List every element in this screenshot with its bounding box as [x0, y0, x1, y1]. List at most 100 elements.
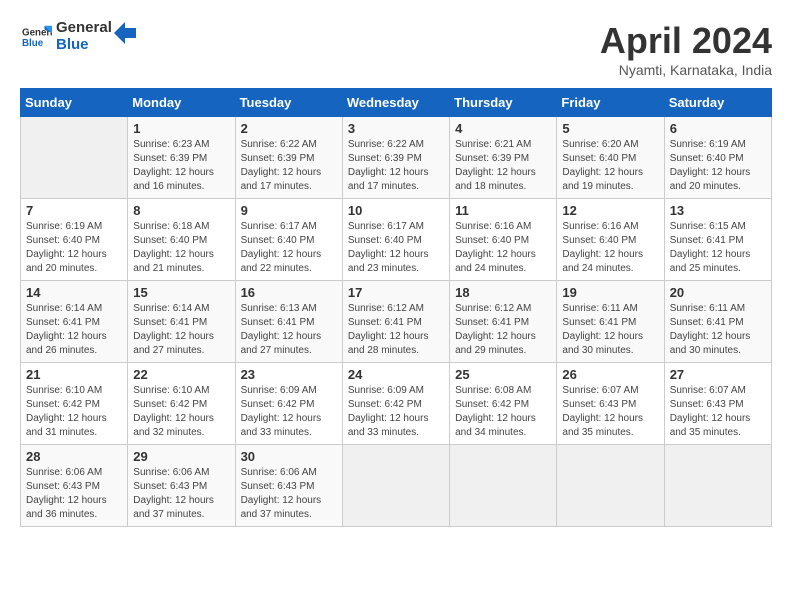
day-number: 19 — [562, 285, 658, 300]
day-number: 25 — [455, 367, 551, 382]
calendar-cell: 3 Sunrise: 6:22 AM Sunset: 6:39 PM Daylig… — [342, 117, 449, 199]
calendar-week-row: 14 Sunrise: 6:14 AM Sunset: 6:41 PM Dayli… — [21, 281, 772, 363]
day-header-saturday: Saturday — [664, 89, 771, 117]
calendar-cell: 20 Sunrise: 6:11 AM Sunset: 6:41 PM Dayli… — [664, 281, 771, 363]
calendar-cell: 1 Sunrise: 6:23 AM Sunset: 6:39 PM Daylig… — [128, 117, 235, 199]
day-info: Sunrise: 6:19 AM Sunset: 6:40 PM Dayligh… — [26, 220, 122, 276]
calendar-week-row: 28 Sunrise: 6:06 AM Sunset: 6:43 PM Dayli… — [21, 445, 772, 527]
calendar-table: SundayMondayTuesdayWednesdayThursdayFrid… — [20, 88, 772, 527]
calendar-week-row: 21 Sunrise: 6:10 AM Sunset: 6:42 PM Dayli… — [21, 363, 772, 445]
day-info: Sunrise: 6:11 AM Sunset: 6:41 PM Dayligh… — [562, 302, 658, 358]
day-number: 21 — [26, 367, 122, 382]
day-number: 18 — [455, 285, 551, 300]
day-number: 28 — [26, 449, 122, 464]
day-number: 29 — [133, 449, 229, 464]
calendar-cell: 29 Sunrise: 6:06 AM Sunset: 6:43 PM Dayli… — [128, 445, 235, 527]
day-info: Sunrise: 6:19 AM Sunset: 6:40 PM Dayligh… — [670, 138, 766, 194]
day-info: Sunrise: 6:18 AM Sunset: 6:40 PM Dayligh… — [133, 220, 229, 276]
day-header-wednesday: Wednesday — [342, 89, 449, 117]
logo-general-text: General — [56, 20, 112, 37]
calendar-cell: 4Sunrise: 6:21 AM Sunset: 6:39 PM Daylig… — [450, 117, 557, 199]
day-number: 7 — [26, 203, 122, 218]
calendar-cell: 22 Sunrise: 6:10 AM Sunset: 6:42 PM Dayli… — [128, 363, 235, 445]
day-info: Sunrise: 6:17 AM Sunset: 6:40 PM Dayligh… — [241, 220, 337, 276]
day-header-friday: Friday — [557, 89, 664, 117]
day-info: Sunrise: 6:07 AM Sunset: 6:43 PM Dayligh… — [562, 384, 658, 440]
day-number: 26 — [562, 367, 658, 382]
day-info: Sunrise: 6:06 AM Sunset: 6:43 PM Dayligh… — [26, 466, 122, 522]
calendar-cell: 17Sunrise: 6:12 AM Sunset: 6:41 PM Dayli… — [342, 281, 449, 363]
day-number: 11 — [455, 203, 551, 218]
calendar-header-row: SundayMondayTuesdayWednesdayThursdayFrid… — [21, 89, 772, 117]
calendar-cell: 13 Sunrise: 6:15 AM Sunset: 6:41 PM Dayli… — [664, 199, 771, 281]
day-info: Sunrise: 6:06 AM Sunset: 6:43 PM Dayligh… — [133, 466, 229, 522]
day-info: Sunrise: 6:14 AM Sunset: 6:41 PM Dayligh… — [133, 302, 229, 358]
calendar-cell: 23Sunrise: 6:09 AM Sunset: 6:42 PM Dayli… — [235, 363, 342, 445]
day-info: Sunrise: 6:12 AM Sunset: 6:41 PM Dayligh… — [455, 302, 551, 358]
calendar-cell: 18 Sunrise: 6:12 AM Sunset: 6:41 PM Dayli… — [450, 281, 557, 363]
day-number: 15 — [133, 285, 229, 300]
day-number: 17 — [348, 285, 444, 300]
calendar-cell: 28 Sunrise: 6:06 AM Sunset: 6:43 PM Dayli… — [21, 445, 128, 527]
logo-icon: General Blue — [22, 22, 52, 52]
day-info: Sunrise: 6:07 AM Sunset: 6:43 PM Dayligh… — [670, 384, 766, 440]
day-number: 5 — [562, 121, 658, 136]
calendar-cell: 19 Sunrise: 6:11 AM Sunset: 6:41 PM Dayli… — [557, 281, 664, 363]
day-number: 30 — [241, 449, 337, 464]
day-number: 12 — [562, 203, 658, 218]
day-info: Sunrise: 6:06 AM Sunset: 6:43 PM Dayligh… — [241, 466, 337, 522]
day-info: Sunrise: 6:23 AM Sunset: 6:39 PM Dayligh… — [133, 138, 229, 194]
day-number: 27 — [670, 367, 766, 382]
calendar-cell: 8Sunrise: 6:18 AM Sunset: 6:40 PM Daylig… — [128, 199, 235, 281]
calendar-week-row: 7 Sunrise: 6:19 AM Sunset: 6:40 PM Daylig… — [21, 199, 772, 281]
day-info: Sunrise: 6:16 AM Sunset: 6:40 PM Dayligh… — [455, 220, 551, 276]
day-header-monday: Monday — [128, 89, 235, 117]
calendar-cell: 10 Sunrise: 6:17 AM Sunset: 6:40 PM Dayli… — [342, 199, 449, 281]
day-header-thursday: Thursday — [450, 89, 557, 117]
day-number: 9 — [241, 203, 337, 218]
day-info: Sunrise: 6:14 AM Sunset: 6:41 PM Dayligh… — [26, 302, 122, 358]
calendar-cell: 25 Sunrise: 6:08 AM Sunset: 6:42 PM Dayli… — [450, 363, 557, 445]
month-title: April 2024 — [600, 20, 772, 62]
day-header-sunday: Sunday — [21, 89, 128, 117]
day-number: 2 — [241, 121, 337, 136]
day-number: 3 — [348, 121, 444, 136]
calendar-cell: 11 Sunrise: 6:16 AM Sunset: 6:40 PM Dayli… — [450, 199, 557, 281]
page-header: General Blue General Blue April 2024 Nya… — [20, 20, 772, 78]
day-number: 22 — [133, 367, 229, 382]
calendar-cell: 5 Sunrise: 6:20 AM Sunset: 6:40 PM Daylig… — [557, 117, 664, 199]
logo-arrow-icon — [114, 22, 136, 44]
calendar-cell: 15 Sunrise: 6:14 AM Sunset: 6:41 PM Dayli… — [128, 281, 235, 363]
calendar-cell: 21 Sunrise: 6:10 AM Sunset: 6:42 PM Dayli… — [21, 363, 128, 445]
calendar-cell: 24 Sunrise: 6:09 AM Sunset: 6:42 PM Dayli… — [342, 363, 449, 445]
day-info: Sunrise: 6:17 AM Sunset: 6:40 PM Dayligh… — [348, 220, 444, 276]
day-info: Sunrise: 6:20 AM Sunset: 6:40 PM Dayligh… — [562, 138, 658, 194]
day-number: 1 — [133, 121, 229, 136]
day-info: Sunrise: 6:13 AM Sunset: 6:41 PM Dayligh… — [241, 302, 337, 358]
day-info: Sunrise: 6:10 AM Sunset: 6:42 PM Dayligh… — [26, 384, 122, 440]
calendar-cell: 6Sunrise: 6:19 AM Sunset: 6:40 PM Daylig… — [664, 117, 771, 199]
day-number: 14 — [26, 285, 122, 300]
day-header-tuesday: Tuesday — [235, 89, 342, 117]
day-number: 10 — [348, 203, 444, 218]
day-info: Sunrise: 6:21 AM Sunset: 6:39 PM Dayligh… — [455, 138, 551, 194]
calendar-cell: 30 Sunrise: 6:06 AM Sunset: 6:43 PM Dayli… — [235, 445, 342, 527]
calendar-cell: 27 Sunrise: 6:07 AM Sunset: 6:43 PM Dayli… — [664, 363, 771, 445]
calendar-cell — [342, 445, 449, 527]
day-info: Sunrise: 6:22 AM Sunset: 6:39 PM Dayligh… — [241, 138, 337, 194]
day-number: 24 — [348, 367, 444, 382]
day-info: Sunrise: 6:08 AM Sunset: 6:42 PM Dayligh… — [455, 384, 551, 440]
day-info: Sunrise: 6:22 AM Sunset: 6:39 PM Dayligh… — [348, 138, 444, 194]
day-info: Sunrise: 6:09 AM Sunset: 6:42 PM Dayligh… — [348, 384, 444, 440]
calendar-week-row: 1 Sunrise: 6:23 AM Sunset: 6:39 PM Daylig… — [21, 117, 772, 199]
calendar-cell: 16Sunrise: 6:13 AM Sunset: 6:41 PM Dayli… — [235, 281, 342, 363]
day-info: Sunrise: 6:10 AM Sunset: 6:42 PM Dayligh… — [133, 384, 229, 440]
logo-blue-text: Blue — [56, 37, 112, 54]
day-info: Sunrise: 6:15 AM Sunset: 6:41 PM Dayligh… — [670, 220, 766, 276]
calendar-cell: 12Sunrise: 6:16 AM Sunset: 6:40 PM Dayli… — [557, 199, 664, 281]
day-number: 20 — [670, 285, 766, 300]
day-info: Sunrise: 6:11 AM Sunset: 6:41 PM Dayligh… — [670, 302, 766, 358]
location-subtitle: Nyamti, Karnataka, India — [600, 62, 772, 78]
title-area: April 2024 Nyamti, Karnataka, India — [600, 20, 772, 78]
day-number: 13 — [670, 203, 766, 218]
